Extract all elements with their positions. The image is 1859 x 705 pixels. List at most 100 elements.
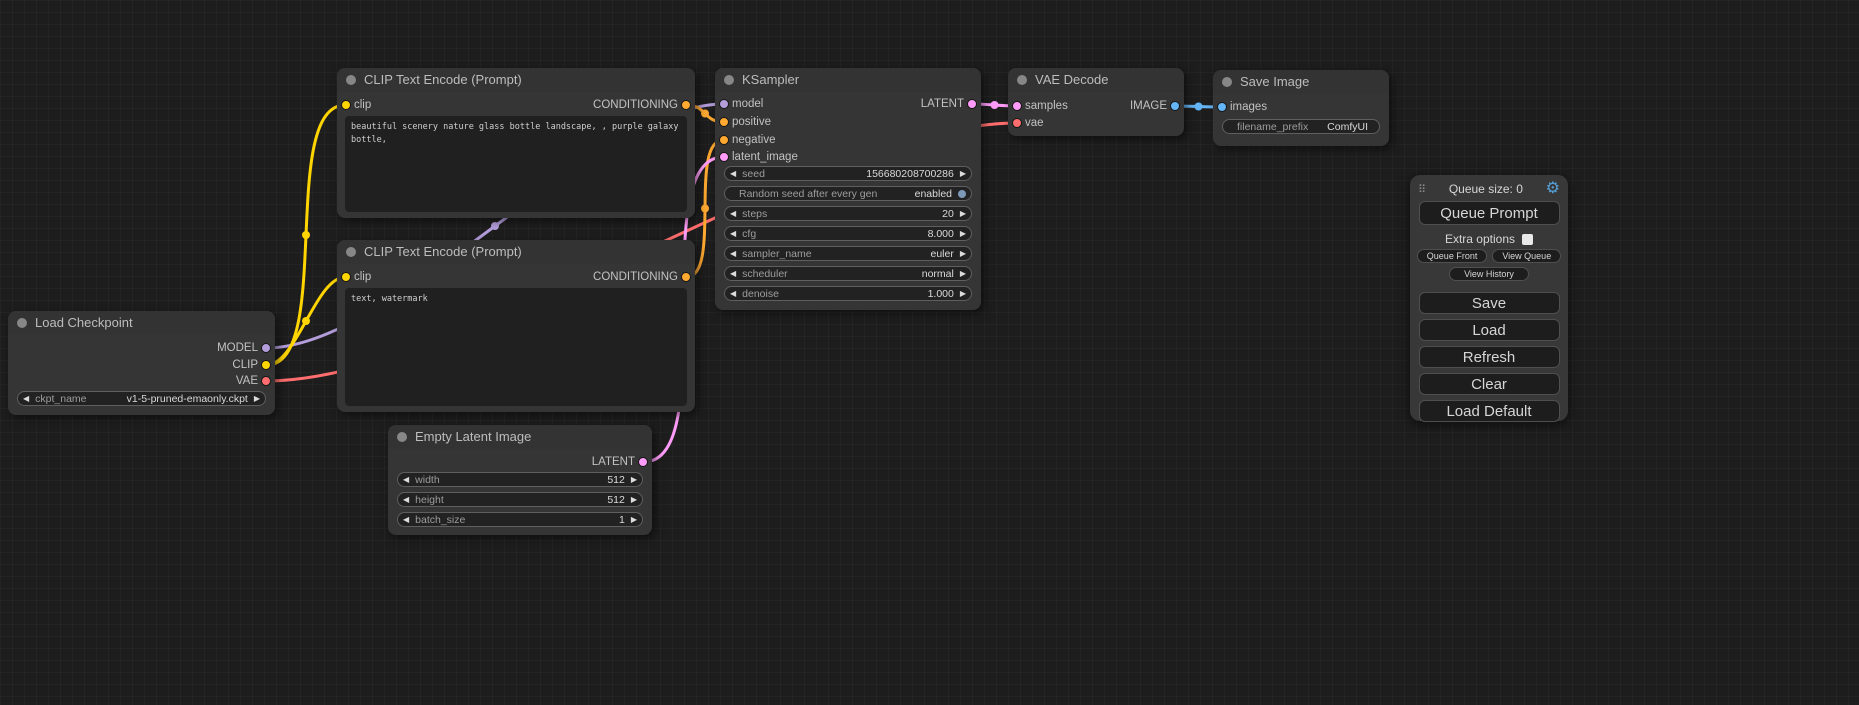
input-label-images: images [1230, 101, 1267, 113]
ckpt-name-widget[interactable]: ◀ ckpt_name v1-5-pruned-emaonly.ckpt ▶ [17, 391, 266, 406]
settings-gear-icon[interactable]: ⚙ [1546, 181, 1560, 197]
input-slot-clip[interactable] [341, 272, 351, 282]
input-label-clip: clip [354, 271, 371, 283]
next-value-arrow-icon[interactable]: ▶ [254, 392, 260, 405]
output-slot-vae[interactable] [261, 376, 271, 386]
filename-prefix-widget[interactable]: filename_prefix ComfyUI [1222, 119, 1380, 134]
node-clip-text-encode-positive[interactable]: CLIP Text Encode (Prompt) clip CONDITION… [337, 68, 695, 218]
extra-options-row: Extra options [1410, 232, 1568, 246]
collapse-toggle-icon[interactable] [346, 75, 356, 85]
increment-arrow-icon[interactable]: ▶ [960, 227, 966, 240]
widget-label: scheduler [742, 268, 788, 280]
node-title-bar[interactable]: Load Checkpoint [8, 311, 275, 335]
queue-front-button[interactable]: Queue Front [1417, 249, 1488, 263]
node-title-bar[interactable]: KSampler [715, 68, 981, 92]
collapse-toggle-icon[interactable] [346, 247, 356, 257]
output-slot-conditioning[interactable] [681, 272, 691, 282]
node-empty-latent-image[interactable]: Empty Latent Image LATENT ◀ width 512 ▶ … [388, 425, 652, 535]
input-slot-images[interactable] [1217, 102, 1227, 112]
save-button[interactable]: Save [1419, 292, 1560, 314]
queue-prompt-button[interactable]: Queue Prompt [1419, 201, 1560, 225]
random-seed-toggle-widget[interactable]: Random seed after every gen enabled [724, 186, 972, 201]
batch-size-widget[interactable]: ◀ batch_size 1 ▶ [397, 512, 643, 527]
widget-value: 512 [607, 494, 625, 506]
drag-handle-icon[interactable]: ⠿ [1418, 183, 1426, 196]
output-slot-model[interactable] [261, 343, 271, 353]
output-slot-latent[interactable] [638, 457, 648, 467]
input-slot-samples[interactable] [1012, 101, 1022, 111]
height-widget[interactable]: ◀ height 512 ▶ [397, 492, 643, 507]
node-title-bar[interactable]: Save Image [1213, 70, 1389, 94]
positive-prompt-textarea[interactable]: beautiful scenery nature glass bottle la… [345, 116, 687, 212]
decrement-arrow-icon[interactable]: ◀ [730, 227, 736, 240]
scheduler-widget[interactable]: ◀ scheduler normal ▶ [724, 266, 972, 281]
node-save-image[interactable]: Save Image images filename_prefix ComfyU… [1213, 70, 1389, 146]
node-clip-text-encode-negative[interactable]: CLIP Text Encode (Prompt) clip CONDITION… [337, 240, 695, 412]
input-slot-positive[interactable] [719, 117, 729, 127]
input-slot-model[interactable] [719, 99, 729, 109]
queue-size-label: Queue size: 0 [1426, 182, 1546, 196]
extra-options-checkbox[interactable] [1522, 234, 1533, 245]
toggle-indicator-icon[interactable] [958, 190, 966, 198]
output-slot-latent[interactable] [967, 99, 977, 109]
decrement-arrow-icon[interactable]: ◀ [403, 513, 409, 526]
increment-arrow-icon[interactable]: ▶ [631, 473, 637, 486]
node-title-bar[interactable]: CLIP Text Encode (Prompt) [337, 68, 695, 92]
widget-label: width [415, 474, 440, 486]
increment-arrow-icon[interactable]: ▶ [960, 207, 966, 220]
prev-value-arrow-icon[interactable]: ◀ [730, 247, 736, 260]
collapse-toggle-icon[interactable] [724, 75, 734, 85]
clear-button[interactable]: Clear [1419, 373, 1560, 395]
view-history-button[interactable]: View History [1449, 267, 1529, 281]
input-slot-latent-image[interactable] [719, 152, 729, 162]
node-title: VAE Decode [1035, 72, 1108, 87]
collapse-toggle-icon[interactable] [17, 318, 27, 328]
cfg-widget[interactable]: ◀ cfg 8.000 ▶ [724, 226, 972, 241]
decrement-arrow-icon[interactable]: ◀ [403, 473, 409, 486]
increment-arrow-icon[interactable]: ▶ [960, 167, 966, 180]
decrement-arrow-icon[interactable]: ◀ [730, 207, 736, 220]
node-ksampler[interactable]: KSampler model positive negative latent_… [715, 68, 981, 310]
collapse-toggle-icon[interactable] [397, 432, 407, 442]
denoise-widget[interactable]: ◀ denoise 1.000 ▶ [724, 286, 972, 301]
sampler-name-widget[interactable]: ◀ sampler_name euler ▶ [724, 246, 972, 261]
width-widget[interactable]: ◀ width 512 ▶ [397, 472, 643, 487]
widget-value: 512 [607, 474, 625, 486]
prev-value-arrow-icon[interactable]: ◀ [23, 392, 29, 405]
decrement-arrow-icon[interactable]: ◀ [730, 167, 736, 180]
decrement-arrow-icon[interactable]: ◀ [730, 287, 736, 300]
prev-value-arrow-icon[interactable]: ◀ [730, 267, 736, 280]
decrement-arrow-icon[interactable]: ◀ [403, 493, 409, 506]
output-slot-conditioning[interactable] [681, 100, 691, 110]
node-vae-decode[interactable]: VAE Decode samples vae IMAGE [1008, 68, 1184, 136]
input-slot-negative[interactable] [719, 135, 729, 145]
input-label-vae: vae [1025, 117, 1044, 129]
output-slot-image[interactable] [1170, 101, 1180, 111]
increment-arrow-icon[interactable]: ▶ [960, 287, 966, 300]
collapse-toggle-icon[interactable] [1017, 75, 1027, 85]
node-title-bar[interactable]: Empty Latent Image [388, 425, 652, 449]
input-label-clip: clip [354, 99, 371, 111]
node-title-bar[interactable]: VAE Decode [1008, 68, 1184, 92]
refresh-button[interactable]: Refresh [1419, 346, 1560, 368]
steps-widget[interactable]: ◀ steps 20 ▶ [724, 206, 972, 221]
output-slot-clip[interactable] [261, 360, 271, 370]
negative-prompt-textarea[interactable]: text, watermark [345, 288, 687, 406]
input-label-model: model [732, 98, 763, 110]
node-load-checkpoint[interactable]: Load Checkpoint MODEL CLIP VAE ◀ ckpt_na… [8, 311, 275, 415]
seed-widget[interactable]: ◀ seed 156680208700286 ▶ [724, 166, 972, 181]
increment-arrow-icon[interactable]: ▶ [631, 513, 637, 526]
load-default-button[interactable]: Load Default [1419, 400, 1560, 422]
wire-dot-model [491, 222, 499, 230]
next-value-arrow-icon[interactable]: ▶ [960, 267, 966, 280]
view-queue-button[interactable]: View Queue [1492, 249, 1561, 263]
collapse-toggle-icon[interactable] [1222, 77, 1232, 87]
node-title: Save Image [1240, 74, 1309, 89]
input-slot-clip[interactable] [341, 100, 351, 110]
increment-arrow-icon[interactable]: ▶ [631, 493, 637, 506]
widget-value: 20 [942, 208, 954, 220]
load-button[interactable]: Load [1419, 319, 1560, 341]
next-value-arrow-icon[interactable]: ▶ [960, 247, 966, 260]
input-slot-vae[interactable] [1012, 118, 1022, 128]
node-title-bar[interactable]: CLIP Text Encode (Prompt) [337, 240, 695, 264]
